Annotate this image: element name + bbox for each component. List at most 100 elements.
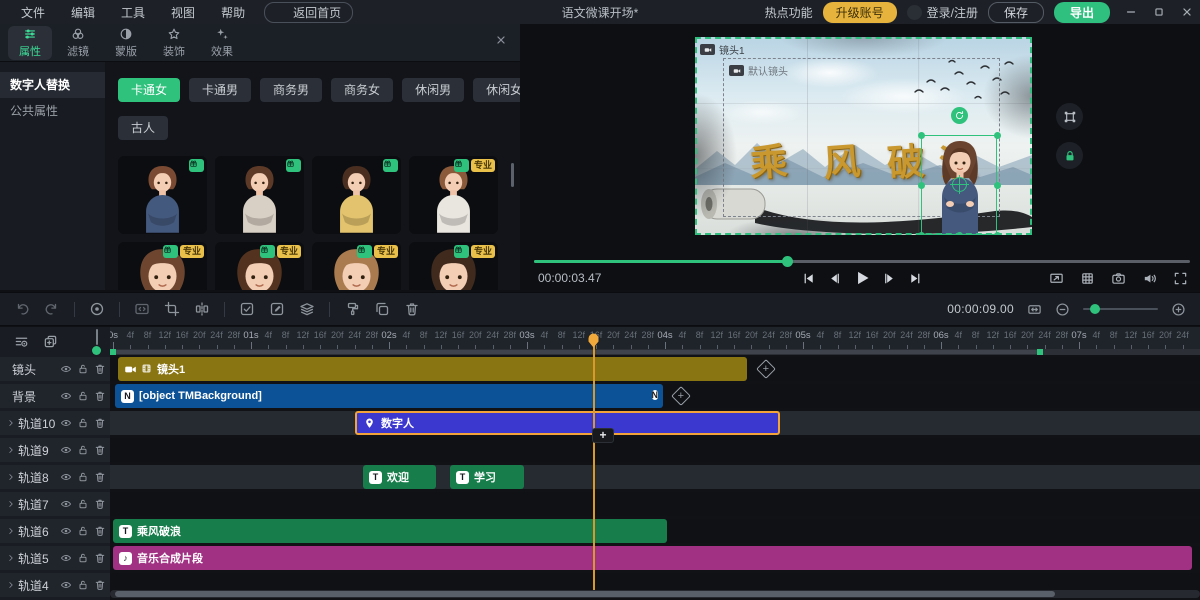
frame-back-button[interactable] [827,271,842,286]
toggle-lock-button[interactable] [77,390,89,402]
toggle-lock-button[interactable] [77,498,89,510]
save-button[interactable]: 保存 [988,2,1044,23]
sidebar-item-数字人替换[interactable]: 数字人替换 [0,72,105,98]
category-商务男[interactable]: 商务男 [260,78,322,102]
avatar-thumbnail-5[interactable]: 专业 [118,242,207,290]
resize-handle[interactable] [918,132,925,139]
track-lane-轨道7[interactable] [110,492,1200,516]
trash-button[interactable] [404,301,420,317]
track-lane-背景[interactable]: N[object TMBackground]N [110,384,1200,408]
toggle-visibility-button[interactable] [60,363,72,375]
toggle-visibility-button[interactable] [60,579,72,591]
toggle-lock-button[interactable] [77,552,89,564]
undo-button[interactable] [14,301,30,317]
snapshot-button[interactable] [1111,271,1126,286]
upgrade-account-button[interactable]: 升级账号 [823,2,897,23]
fit-selection-button[interactable] [1056,103,1083,130]
video-canvas[interactable]: 乘风破浪 默认镜头 镜头1 [695,37,1032,235]
expand-chevron-icon[interactable] [6,472,16,482]
work-area-handle[interactable] [110,349,116,355]
export-button[interactable]: 导出 [1054,2,1110,23]
toggle-visibility-button[interactable] [60,498,72,510]
split-button[interactable] [194,301,210,317]
avatar-thumbnail-2[interactable] [215,156,304,234]
track-lane-轨道8[interactable]: T欢迎T学习 [110,465,1200,489]
playhead-line[interactable] [593,335,595,590]
category-古人[interactable]: 古人 [118,116,168,140]
timeline-zoom-slider[interactable] [1083,303,1158,315]
category-卡通男[interactable]: 卡通男 [189,78,251,102]
delete-track-button[interactable] [94,363,106,375]
toggle-lock-button[interactable] [77,471,89,483]
add-segment-button[interactable]: + [592,428,614,443]
work-area-strip[interactable] [110,349,1200,355]
delete-track-button[interactable] [94,444,106,456]
delete-track-button[interactable] [94,579,106,591]
clip-乘风破浪[interactable]: T乘风破浪 [113,519,667,543]
menu-视图[interactable]: 视图 [158,4,208,21]
checklist-button[interactable] [239,301,255,317]
copy-button[interactable] [374,301,390,317]
frame-button[interactable] [134,301,150,317]
fit-timeline-button[interactable] [1027,302,1042,317]
frame-forward-button[interactable] [882,271,897,286]
delete-track-button[interactable] [94,525,106,537]
category-卡通女[interactable]: 卡通女 [118,78,180,102]
preview-progress[interactable] [534,256,1190,266]
progress-handle[interactable] [782,256,793,267]
rotate-handle[interactable] [951,107,968,124]
work-area-handle[interactable] [1037,349,1043,355]
hot-features-button[interactable]: 热点功能 [748,4,813,21]
toggle-lock-button[interactable] [77,417,89,429]
track-lane-镜头[interactable]: 镜头1 [110,357,1200,381]
skip-end-button[interactable] [908,271,923,286]
clip-欢迎[interactable]: T欢迎 [363,465,436,489]
avatar-thumbnail-7[interactable]: 专业 [312,242,401,290]
layers-button[interactable] [299,301,315,317]
back-home-button[interactable]: 返回首页 [264,2,353,23]
tab-装饰[interactable]: 装饰 [152,26,196,60]
avatar-thumbnail-1[interactable] [118,156,207,234]
clip-镜头1[interactable]: 镜头1 [118,357,747,381]
track-lane-轨道5[interactable]: ♪音乐合成片段 [110,546,1200,570]
toggle-lock-button[interactable] [77,363,89,375]
resize-handle[interactable] [994,232,1001,236]
toggle-visibility-button[interactable] [60,552,72,564]
header-marker-dot[interactable] [92,346,101,355]
avatar-thumbnail-6[interactable]: 专业 [215,242,304,290]
track-header-轨道8[interactable]: 轨道8 [0,465,110,489]
delete-track-button[interactable] [94,552,106,564]
tab-属性[interactable]: 属性 [8,26,52,60]
toggle-visibility-button[interactable] [60,471,72,483]
paint-button[interactable] [344,301,360,317]
clip-数字人[interactable]: 数字人 [355,411,780,435]
toggle-visibility-button[interactable] [60,525,72,537]
category-休闲女[interactable]: 休闲女 [473,78,520,102]
volume-button[interactable] [1142,271,1157,286]
track-header-轨道10[interactable]: 轨道10 [0,411,110,435]
redo-button[interactable] [44,301,60,317]
screen-button[interactable] [1049,271,1064,286]
avatar-thumbnail-8[interactable]: 专业 [409,242,498,290]
playhead-handle[interactable] [587,332,600,349]
track-lane-轨道6[interactable]: T乘风破浪 [110,519,1200,543]
avatar-thumbnail-4[interactable]: 专业 [409,156,498,234]
toggle-visibility-button[interactable] [60,390,72,402]
minimize-button[interactable] [1124,5,1138,19]
resize-handle[interactable] [918,232,925,236]
delete-track-button[interactable] [94,417,106,429]
track-lane-轨道10[interactable]: 数字人 [110,411,1200,435]
toggle-visibility-button[interactable] [60,444,72,456]
toggle-lock-button[interactable] [77,579,89,591]
menu-编辑[interactable]: 编辑 [58,4,108,21]
track-header-镜头[interactable]: 镜头 [0,357,110,381]
category-休闲男[interactable]: 休闲男 [402,78,464,102]
track-header-轨道4[interactable]: 轨道4 [0,573,110,597]
expand-chevron-icon[interactable] [6,445,16,455]
toggle-lock-button[interactable] [77,444,89,456]
track-list-button[interactable] [14,334,29,349]
zoom-in-button[interactable] [1171,302,1186,317]
resize-handle[interactable] [956,232,963,236]
close-button[interactable] [1180,5,1194,19]
add-keyframe-button[interactable] [756,359,776,379]
